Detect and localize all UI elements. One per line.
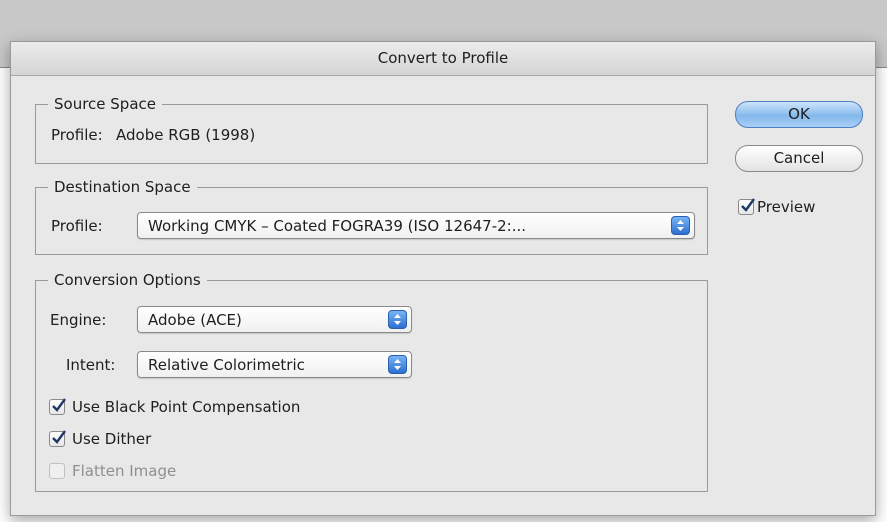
- destination-profile-value: Working CMYK – Coated FOGRA39 (ISO 12647…: [148, 217, 527, 235]
- source-profile-value: Adobe RGB (1998): [116, 126, 256, 144]
- checkmark-icon: [52, 398, 66, 412]
- conversion-options-group: Conversion Options Engine: Adobe (ACE) I…: [35, 271, 708, 492]
- source-space-legend: Source Space: [48, 95, 162, 113]
- convert-to-profile-dialog: Convert to Profile Source Space Profile:…: [10, 41, 876, 516]
- preview-checkbox[interactable]: [738, 198, 755, 215]
- use-black-point-checkbox[interactable]: [49, 398, 66, 415]
- intent-select[interactable]: Relative Colorimetric: [137, 351, 412, 378]
- conversion-options-legend: Conversion Options: [48, 271, 207, 289]
- cancel-button[interactable]: Cancel: [735, 145, 863, 172]
- destination-profile-select[interactable]: Working CMYK – Coated FOGRA39 (ISO 12647…: [137, 212, 695, 239]
- destination-space-group: Destination Space Profile: Working CMYK …: [35, 178, 708, 255]
- use-dither-label[interactable]: Use Dither: [72, 429, 151, 449]
- use-dither-checkbox[interactable]: [49, 430, 66, 447]
- checkmark-icon: [741, 198, 755, 212]
- up-down-arrows-icon: [388, 310, 407, 329]
- engine-select[interactable]: Adobe (ACE): [137, 306, 412, 333]
- preview-label[interactable]: Preview: [757, 197, 815, 217]
- destination-space-legend: Destination Space: [48, 178, 197, 196]
- dialog-title: Convert to Profile: [11, 42, 875, 76]
- engine-value: Adobe (ACE): [148, 311, 242, 329]
- up-down-arrows-icon: [388, 355, 407, 374]
- source-space-group: Source Space Profile: Adobe RGB (1998): [35, 95, 708, 164]
- flatten-image-checkbox[interactable]: [49, 463, 65, 479]
- intent-label: Intent:: [66, 356, 116, 374]
- flatten-image-label: Flatten Image: [72, 462, 177, 480]
- ok-button[interactable]: OK: [735, 101, 863, 128]
- destination-profile-label: Profile:: [51, 217, 103, 235]
- source-profile-label: Profile:: [51, 126, 103, 144]
- engine-label: Engine:: [50, 311, 107, 329]
- intent-value: Relative Colorimetric: [148, 356, 305, 374]
- use-black-point-label[interactable]: Use Black Point Compensation: [72, 397, 300, 417]
- up-down-arrows-icon: [671, 216, 690, 235]
- checkmark-icon: [52, 430, 66, 444]
